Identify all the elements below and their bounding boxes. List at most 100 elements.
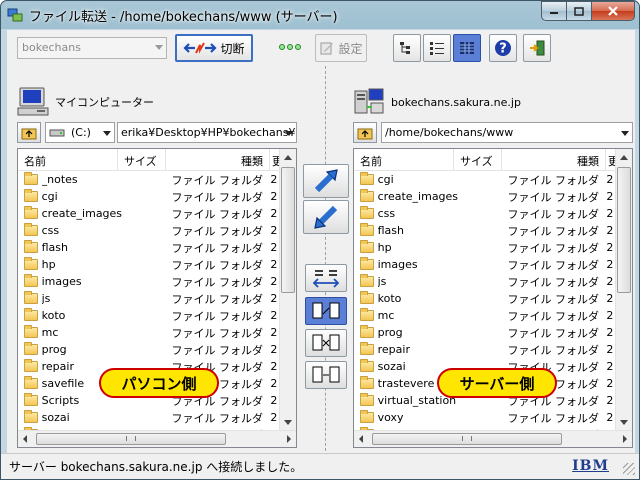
- file-name: hp: [41, 258, 56, 271]
- list-item[interactable]: _notes ファイル フォルダ 2: [18, 171, 280, 188]
- folder-icon: [360, 308, 374, 321]
- file-name: hp: [377, 241, 392, 254]
- list-item[interactable]: repair ファイル フォルダ 2: [354, 341, 616, 358]
- file-type: ファイル フォルダ: [171, 292, 263, 306]
- list-item[interactable]: js ファイル フォルダ 2: [18, 290, 280, 307]
- settings-button[interactable]: 設定: [315, 34, 367, 62]
- list-item[interactable]: hp ファイル フォルダ 2: [18, 256, 280, 273]
- scroll-right-icon[interactable]: [287, 435, 291, 443]
- close-button[interactable]: [591, 1, 635, 21]
- list-item[interactable]: voxy ファイル フォルダ 2: [354, 409, 616, 426]
- local-file-list[interactable]: 名前 サイズ 種類 更 _notes ファイル フォルダ 2 cgi ファイル フォルダ…: [17, 148, 297, 448]
- file-name: css: [377, 207, 396, 220]
- file-type: ファイル フォルダ: [507, 309, 599, 323]
- list-item[interactable]: cgi ファイル フォルダ 2: [354, 171, 616, 188]
- scroll-down-icon[interactable]: [280, 414, 296, 431]
- list-item[interactable]: images ファイル フォルダ 2: [18, 273, 280, 290]
- help-icon: ?: [495, 40, 511, 57]
- remote-vertical-scrollbar[interactable]: [615, 149, 632, 431]
- list-item[interactable]: hp ファイル フォルダ 2: [354, 239, 616, 256]
- file-name: koto: [41, 309, 66, 322]
- exit-button[interactable]: [523, 34, 551, 62]
- download-button[interactable]: [303, 200, 349, 234]
- help-button[interactable]: ?: [489, 34, 517, 62]
- download-arrow-icon: [314, 205, 338, 229]
- scroll-up-icon[interactable]: [280, 149, 296, 166]
- list-item[interactable]: images ファイル フォルダ 2: [354, 256, 616, 273]
- scroll-up-icon[interactable]: [616, 149, 632, 166]
- list-item[interactable]: koto ファイル フォルダ 2: [354, 290, 616, 307]
- list-item[interactable]: sozai ファイル フォルダ 2: [18, 409, 280, 426]
- details-view-icon: [460, 42, 474, 54]
- scroll-thumb[interactable]: [617, 167, 631, 293]
- list-item[interactable]: prog ファイル フォルダ 2: [354, 324, 616, 341]
- compare-both-button[interactable]: [305, 297, 347, 325]
- view-details-button[interactable]: [453, 34, 481, 62]
- view-list-button[interactable]: [423, 34, 451, 62]
- chevron-down-icon: [285, 131, 293, 136]
- column-header-name[interactable]: 名前: [354, 149, 454, 171]
- scroll-left-icon[interactable]: [359, 435, 363, 443]
- file-name: create_images: [377, 190, 459, 203]
- scroll-left-icon[interactable]: [23, 435, 27, 443]
- settings-label: 設定: [338, 41, 363, 56]
- column-header-type[interactable]: 種類: [502, 149, 606, 171]
- file-name: _notes: [41, 173, 78, 186]
- sync-button[interactable]: [305, 264, 347, 292]
- column-header-type[interactable]: 種類: [166, 149, 270, 171]
- compare-left-button[interactable]: [305, 329, 347, 357]
- list-item[interactable]: cgi ファイル フォルダ 2: [18, 188, 280, 205]
- folder-icon: [360, 206, 374, 219]
- list-item[interactable]: flash ファイル フォルダ 2: [18, 239, 280, 256]
- settings-icon: [320, 42, 334, 55]
- connection-status-icon: [279, 44, 301, 50]
- disconnect-button[interactable]: 切断: [175, 34, 253, 62]
- maximize-button[interactable]: [566, 1, 592, 21]
- local-path-input[interactable]: erika¥Desktop¥HP¥bokechans¥: [117, 122, 297, 143]
- column-header-name[interactable]: 名前: [18, 149, 118, 171]
- upload-button[interactable]: [303, 164, 349, 198]
- list-item[interactable]: css ファイル フォルダ 2: [354, 205, 616, 222]
- list-item[interactable]: create_images ファイル フォルダ 2: [18, 205, 280, 222]
- chevron-down-icon: [103, 131, 111, 136]
- list-item[interactable]: js ファイル フォルダ 2: [354, 273, 616, 290]
- folder-icon: [360, 257, 374, 270]
- column-header-size[interactable]: サイズ: [454, 149, 502, 171]
- remote-path-input[interactable]: /home/bokechans/www: [381, 122, 633, 143]
- file-name: cgi: [377, 173, 394, 186]
- remote-horizontal-scrollbar[interactable]: [354, 430, 632, 447]
- scroll-thumb[interactable]: [281, 167, 295, 293]
- local-horizontal-scrollbar[interactable]: [18, 430, 296, 447]
- view-tree-button[interactable]: [393, 34, 421, 62]
- title-bar[interactable]: ファイル転送 - /home/bokechans/www (サーバー): [1, 1, 639, 29]
- upload-arrow-icon: [314, 169, 338, 193]
- profile-select[interactable]: bokechans: [17, 37, 167, 59]
- local-pane-header: マイコンピューター: [17, 84, 154, 120]
- minimize-button[interactable]: [541, 1, 567, 21]
- compare-right-button[interactable]: [305, 361, 347, 389]
- list-item[interactable]: prog ファイル フォルダ 2: [18, 341, 280, 358]
- status-message: サーバー bokechans.sakura.ne.jp へ接続しました。: [9, 460, 303, 474]
- pane-splitter[interactable]: [325, 66, 327, 456]
- list-item[interactable]: koto ファイル フォルダ 2: [18, 307, 280, 324]
- file-type: ファイル フォルダ: [507, 258, 599, 272]
- folder-icon: [360, 291, 374, 304]
- remote-list-header: 名前 サイズ 種類 更: [354, 149, 632, 171]
- list-item[interactable]: create_images ファイル フォルダ 2: [354, 188, 616, 205]
- file-type: ファイル フォルダ: [507, 411, 599, 425]
- list-item[interactable]: flash ファイル フォルダ 2: [354, 222, 616, 239]
- scroll-down-icon[interactable]: [616, 414, 632, 431]
- resize-grip-icon[interactable]: [623, 463, 635, 475]
- local-up-folder-button[interactable]: [17, 122, 41, 143]
- list-item[interactable]: mc ファイル フォルダ 2: [18, 324, 280, 341]
- folder-icon: [24, 342, 38, 355]
- server-side-callout: サーバー側: [437, 368, 557, 398]
- list-item[interactable]: mc ファイル フォルダ 2: [354, 307, 616, 324]
- local-vertical-scrollbar[interactable]: [279, 149, 296, 431]
- list-item[interactable]: css ファイル フォルダ 2: [18, 222, 280, 239]
- remote-up-folder-button[interactable]: [353, 122, 377, 143]
- column-header-size[interactable]: サイズ: [118, 149, 166, 171]
- drive-select[interactable]: (C:): [45, 122, 115, 143]
- remote-file-list[interactable]: 名前 サイズ 種類 更 cgi ファイル フォルダ 2 create_images ファ…: [353, 148, 633, 448]
- scroll-right-icon[interactable]: [623, 435, 627, 443]
